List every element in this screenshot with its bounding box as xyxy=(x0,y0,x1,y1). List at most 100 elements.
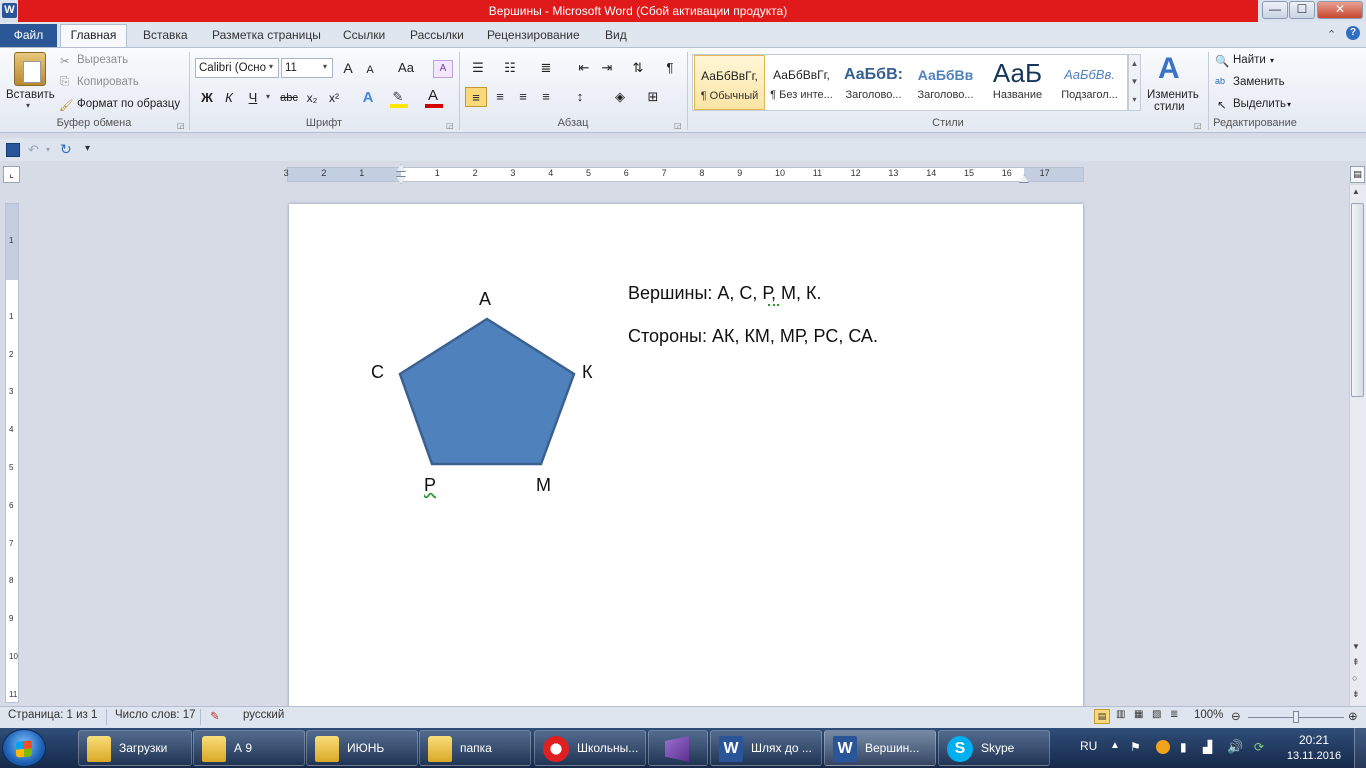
action-center-icon[interactable]: ⚑ xyxy=(1130,740,1141,754)
font-name-dropdown-icon[interactable]: ▾ xyxy=(269,62,273,71)
decrease-indent-icon[interactable]: ⇤ xyxy=(574,58,594,78)
tab-insert[interactable]: Вставка xyxy=(143,25,188,46)
bullets-icon[interactable]: ☰ xyxy=(468,58,488,78)
align-left-icon[interactable]: ≡ xyxy=(465,87,487,107)
sync-icon[interactable]: ⟳ xyxy=(1254,740,1264,754)
shading-icon[interactable]: ◈ xyxy=(610,87,630,107)
language-status[interactable]: русский xyxy=(243,709,284,721)
clock-date[interactable]: 13.11.2016 xyxy=(1286,750,1342,762)
tray-app-icon[interactable] xyxy=(1156,740,1170,754)
format-painter-icon[interactable]: 🖌 xyxy=(59,98,74,112)
proofing-icon[interactable]: ✎ xyxy=(210,709,220,723)
scrollbar-thumb[interactable] xyxy=(1351,203,1364,397)
gallery-scroll[interactable]: ▲ ▼ ▾ xyxy=(1128,54,1141,111)
styles-launcher-icon[interactable]: ◲ xyxy=(1194,121,1202,130)
volume-icon[interactable]: 🔊 xyxy=(1227,739,1243,755)
zoom-out-icon[interactable]: ⊖ xyxy=(1231,709,1241,723)
font-size-dropdown-icon[interactable]: ▾ xyxy=(323,62,327,71)
tab-home[interactable]: Главная xyxy=(60,24,127,47)
strikethrough-button[interactable]: abc xyxy=(277,88,301,108)
style-no-spacing[interactable]: АаБбВвГг, ¶ Без инте... xyxy=(766,55,837,110)
superscript-button[interactable]: x² xyxy=(324,88,344,108)
underline-dropdown-icon[interactable]: ▾ xyxy=(266,92,270,101)
copy-button[interactable]: Копировать xyxy=(77,76,139,88)
sort-icon[interactable]: ⇅ xyxy=(628,58,648,78)
undo-icon[interactable]: ↶ xyxy=(28,142,39,158)
select-button[interactable]: Выделить xyxy=(1233,98,1286,110)
shrink-font-button[interactable]: A xyxy=(360,60,380,80)
italic-button[interactable]: К xyxy=(219,88,239,108)
zoom-level[interactable]: 100% xyxy=(1194,709,1223,721)
close-button[interactable]: ✕ xyxy=(1317,1,1363,19)
text-effects-icon[interactable]: A xyxy=(358,88,378,108)
line-spacing-icon[interactable]: ↕ xyxy=(570,87,590,107)
style-title[interactable]: АаБ Название xyxy=(982,55,1053,110)
clock-time[interactable]: 20:21 xyxy=(1286,733,1342,747)
network-icon[interactable]: ▟ xyxy=(1203,740,1212,754)
taskbar-item-visual-studio[interactable] xyxy=(648,730,708,766)
full-screen-reading-icon[interactable]: ▥ xyxy=(1116,709,1125,720)
sides-text-line[interactable]: Стороны: АК, КМ, МР, РС, СА. xyxy=(628,326,878,347)
taskbar-item-skype[interactable]: S Skype xyxy=(938,730,1050,766)
show-formatting-button[interactable]: ¶ xyxy=(660,58,680,78)
cut-button[interactable]: Вырезать xyxy=(77,54,128,66)
pentagon-polygon[interactable] xyxy=(398,317,576,466)
select-icon[interactable]: ↖ xyxy=(1217,98,1227,112)
view-ruler-icon[interactable]: ▤ xyxy=(1350,166,1365,183)
taskbar-item-yandex[interactable]: Школьны... xyxy=(534,730,646,766)
taskbar-item-word-1[interactable]: W Шлях до ... xyxy=(710,730,822,766)
print-layout-icon[interactable]: ▤ xyxy=(1094,709,1110,724)
prev-page-icon[interactable]: ⇞ xyxy=(1352,657,1360,668)
power-icon[interactable]: ▮ xyxy=(1180,740,1187,754)
zoom-in-icon[interactable]: ⊕ xyxy=(1348,709,1358,723)
replace-icon[interactable]: ab xyxy=(1215,76,1225,86)
undo-dropdown-icon[interactable]: ▾ xyxy=(46,145,50,154)
paste-dropdown-icon[interactable]: ▾ xyxy=(26,101,30,110)
replace-button[interactable]: Заменить xyxy=(1233,76,1285,88)
show-desktop-button[interactable] xyxy=(1354,728,1366,768)
tab-mailings[interactable]: Рассылки xyxy=(410,25,464,46)
redo-icon[interactable]: ↻ xyxy=(60,141,72,158)
select-dropdown-icon[interactable]: ▾ xyxy=(1287,100,1291,109)
paragraph-launcher-icon[interactable]: ◲ xyxy=(674,121,682,130)
taskbar-item-downloads[interactable]: Загрузки xyxy=(78,730,192,766)
style-heading-1[interactable]: АаБбВ: Заголово... xyxy=(838,55,909,110)
style-subtitle[interactable]: АаБбВв. Подзагол... xyxy=(1054,55,1125,110)
change-styles-button-line2[interactable]: стили xyxy=(1154,101,1185,113)
style-heading-2[interactable]: АаБбВв Заголово... xyxy=(910,55,981,110)
start-button[interactable] xyxy=(2,729,46,767)
taskbar-item-a9[interactable]: А 9 xyxy=(193,730,305,766)
page-count-status[interactable]: Страница: 1 из 1 xyxy=(8,709,97,721)
change-styles-button-line1[interactable]: Изменить xyxy=(1147,89,1199,101)
copy-icon[interactable]: ⎘ xyxy=(60,76,69,89)
input-language[interactable]: RU xyxy=(1080,739,1097,753)
draft-icon[interactable]: ≣ xyxy=(1170,709,1178,720)
font-color-icon[interactable]: A xyxy=(423,86,443,106)
multilevel-list-icon[interactable]: ≣ xyxy=(536,58,556,78)
vertices-text-line[interactable]: Вершины: А, С, Р, М, К. xyxy=(628,283,822,304)
zoom-slider-thumb[interactable] xyxy=(1293,711,1299,723)
style-normal[interactable]: АаБбВвГг, ¶ Обычный xyxy=(694,55,765,110)
borders-icon[interactable]: ⊞ xyxy=(643,87,663,107)
maximize-button[interactable]: ☐ xyxy=(1289,1,1315,19)
word-count-status[interactable]: Число слов: 17 xyxy=(115,709,196,721)
numbering-icon[interactable]: ☷ xyxy=(500,58,520,78)
tab-page-layout[interactable]: Разметка страницы xyxy=(212,25,321,46)
tab-references[interactable]: Ссылки xyxy=(343,25,385,46)
cut-icon[interactable]: ✂ xyxy=(60,54,70,68)
change-styles-icon[interactable]: A xyxy=(1158,52,1180,86)
web-layout-icon[interactable]: ▦ xyxy=(1134,709,1143,720)
taskbar-item-papka[interactable]: папка xyxy=(419,730,531,766)
outline-icon[interactable]: ▧ xyxy=(1152,709,1161,720)
tab-view[interactable]: Вид xyxy=(605,25,627,46)
clipboard-launcher-icon[interactable]: ◲ xyxy=(177,121,185,130)
format-painter-button[interactable]: Формат по образцу xyxy=(77,98,180,110)
next-page-icon[interactable]: ⇟ xyxy=(1352,689,1360,700)
subscript-button[interactable]: x₂ xyxy=(302,88,322,108)
pentagon-shape[interactable] xyxy=(360,280,610,510)
increase-indent-icon[interactable]: ⇥ xyxy=(597,58,617,78)
minimize-ribbon-icon[interactable]: ⌃ xyxy=(1327,28,1336,41)
taskbar-item-word-2[interactable]: W Вершин... xyxy=(824,730,936,766)
taskbar-item-june[interactable]: ИЮНЬ xyxy=(306,730,418,766)
font-launcher-icon[interactable]: ◲ xyxy=(446,121,454,130)
